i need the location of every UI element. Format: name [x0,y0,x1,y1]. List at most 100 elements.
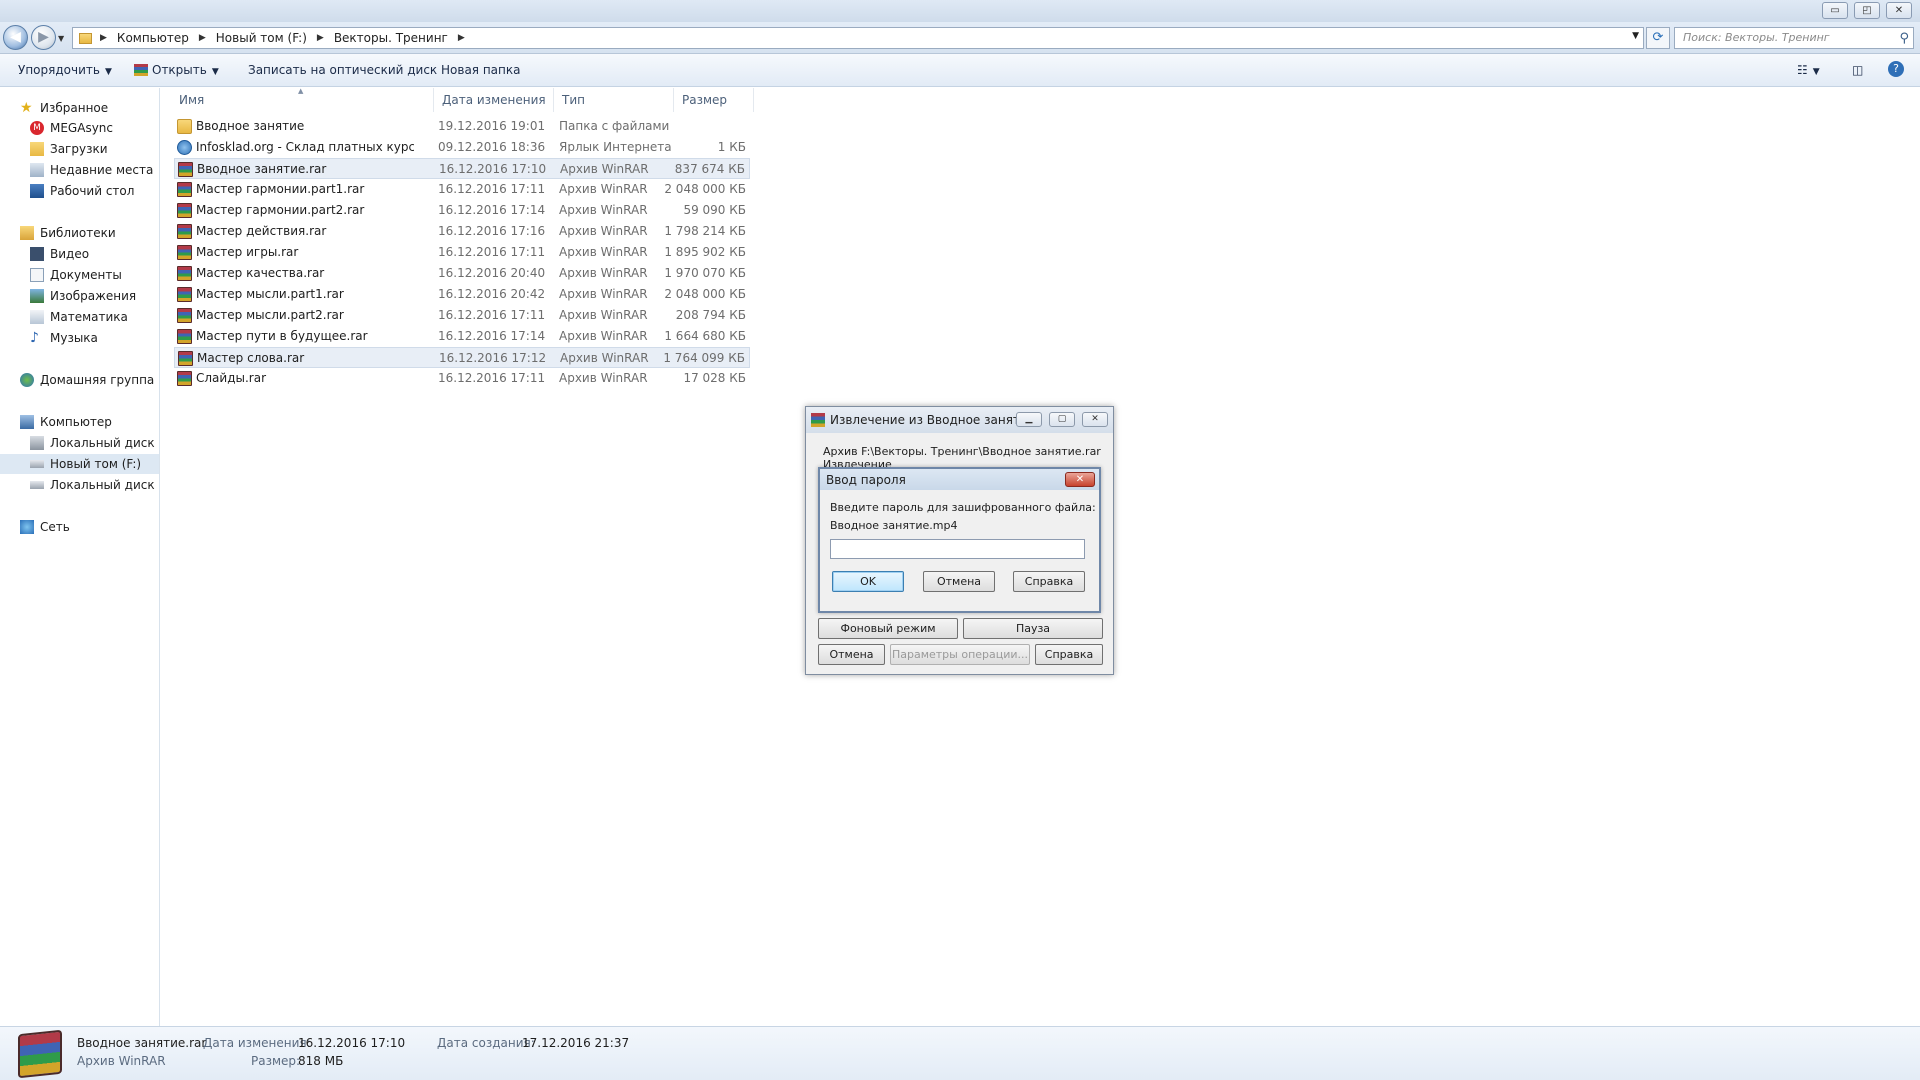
file-row[interactable]: Мастер действия.rar 16.12.2016 17:16 Архив… [174,221,750,242]
nav-label: Рабочий стол [50,184,135,198]
nav-label: Новый том (F:) [50,457,142,471]
column-header-name[interactable]: Имя ▲ [171,87,434,112]
password-dialog-title: Ввод пароля [826,473,906,487]
breadcrumb-separator[interactable]: ▶ [458,33,465,43]
breadcrumb-computer[interactable]: Компьютер [115,31,191,45]
password-cancel-button[interactable]: Отмена [923,571,995,592]
burn-button[interactable]: Записать на оптический диск [248,63,437,77]
recent-pages-dropdown[interactable]: ▼ [58,34,64,43]
nav-desktop[interactable]: Рабочий стол [0,181,159,201]
file-row[interactable]: Мастер качества.rar 16.12.2016 20:40 Архив… [174,263,750,284]
nav-label: Избранное [40,101,109,115]
folder-icon [177,119,192,134]
extract-cancel-button[interactable]: Отмена [818,644,885,665]
folder-icon [79,32,92,44]
file-row[interactable]: Вводное занятие 19.12.2016 19:01 Папка с ф… [174,116,750,137]
password-close-button[interactable]: ✕ [1065,472,1095,487]
password-dialog-titlebar[interactable]: Ввод пароля ✕ [820,469,1099,490]
file-row[interactable]: Слайды.rar 16.12.2016 17:11 Архив WinRAR 17… [174,368,750,389]
nav-favorites[interactable]: ★ Избранное [0,98,159,118]
file-row[interactable]: Мастер мысли.part1.rar 16.12.2016 20:42 Ар… [174,284,750,305]
file-row[interactable]: Мастер слова.rar 16.12.2016 17:12 Архив Wi… [174,347,750,368]
password-input[interactable] [830,539,1085,559]
column-header-size[interactable]: Размер [674,88,754,112]
close-button[interactable]: ✕ [1886,2,1912,19]
password-help-button[interactable]: Справка [1013,571,1085,592]
background-mode-button[interactable]: Фоновый режим [818,618,958,639]
search-icon[interactable]: ⚲ [1899,29,1909,49]
extract-maximize-button[interactable]: ▢ [1049,412,1075,427]
breadcrumb-separator[interactable]: ▶ [199,33,206,43]
file-date: 16.12.2016 17:16 [438,224,546,238]
file-row[interactable]: Мастер гармонии.part2.rar 16.12.2016 17:1… [174,200,750,221]
search-placeholder: Поиск: Векторы. Тренинг [1683,31,1830,44]
nav-computer[interactable]: Компьютер [0,412,159,432]
rar-icon [177,245,192,260]
nav-music[interactable]: ♪ Музыка [0,328,159,348]
view-options-button[interactable]: ☷ ▼ [1797,63,1820,77]
file-row[interactable]: Мастер игры.rar 16.12.2016 17:11 Архив Win… [174,242,750,263]
file-name: Вводное занятие.rar [197,162,327,176]
file-row[interactable]: Мастер пути в будущее.rar 16.12.2016 17:1… [174,326,750,347]
nav-network[interactable]: Сеть [0,517,159,537]
nav-local-n[interactable]: Локальный диск (N [0,475,159,495]
address-bar[interactable]: ▶ Компьютер ▶ Новый том (F:) ▶ Векторы. … [72,27,1644,49]
search-input[interactable]: Поиск: Векторы. Тренинг ⚲ [1674,27,1914,49]
nav-libraries[interactable]: Библиотеки [0,223,159,243]
minimize-button[interactable]: ▭ [1822,2,1848,19]
address-row: ◀ ▶ ▼ ▶ Компьютер ▶ Новый том (F:) ▶ Век… [0,22,1920,54]
nav-documents[interactable]: Документы [0,265,159,285]
breadcrumb-volume[interactable]: Новый том (F:) [214,31,309,45]
images-icon [30,289,44,303]
computer-icon [20,415,34,429]
column-header-date[interactable]: Дата изменения [434,88,554,112]
address-dropdown-icon[interactable]: ▼ [1632,31,1639,41]
extract-dialog-titlebar[interactable]: Извлечение из Вводное заняти... ▁ ▢ ✕ [806,407,1113,433]
extract-help-button[interactable]: Справка [1035,644,1103,665]
new-folder-button[interactable]: Новая папка [441,63,520,77]
file-name: Мастер качества.rar [196,266,325,280]
column-header-type[interactable]: Тип [554,88,674,112]
file-type: Архив WinRAR [559,308,648,322]
file-type: Архив WinRAR [560,162,649,176]
file-date: 16.12.2016 20:40 [438,266,546,280]
nav-images[interactable]: Изображения [0,286,159,306]
operation-options-button[interactable]: Параметры операции... [890,644,1030,665]
nav-megasync[interactable]: M MEGAsync [0,118,159,138]
nav-downloads[interactable]: Загрузки [0,139,159,159]
file-size: 59 090 КБ [683,203,746,217]
file-row[interactable]: Мастер гармонии.part1.rar 16.12.2016 17:1… [174,179,750,200]
chevron-down-icon: ▼ [104,67,112,77]
file-row[interactable]: Вводное занятие.rar 16.12.2016 17:10 Архив… [174,158,750,179]
file-type: Архив WinRAR [559,224,648,238]
file-row[interactable]: Infosklad.org - Склад платных курсов, т.… [174,137,750,158]
organize-menu[interactable]: Упорядочить ▼ [18,63,112,77]
preview-pane-button[interactable]: ◫ [1852,63,1863,77]
maximize-button[interactable]: ◰ [1854,2,1880,19]
star-icon: ★ [20,100,33,116]
nav-math[interactable]: Математика [0,307,159,327]
breadcrumb-folder[interactable]: Векторы. Тренинг [332,31,450,45]
back-button[interactable]: ◀ [3,25,28,50]
forward-button[interactable]: ▶ [31,25,56,50]
ok-button[interactable]: OK [832,571,904,592]
file-row[interactable]: Мастер мысли.part2.rar 16.12.2016 17:11 Ар… [174,305,750,326]
help-button[interactable]: ? [1888,61,1904,77]
nav-recent[interactable]: Недавние места [0,160,159,180]
open-button[interactable]: Открыть ▼ [134,63,219,77]
extract-close-button[interactable]: ✕ [1082,412,1108,427]
breadcrumb-separator[interactable]: ▶ [317,33,324,43]
refresh-button[interactable]: ⟳ [1646,27,1670,49]
homegroup-icon [20,373,34,387]
nav-new-volume[interactable]: Новый том (F:) [0,454,159,474]
extract-dialog-title: Извлечение из Вводное заняти... [830,413,1040,427]
pause-button[interactable]: Пауза [963,618,1103,639]
nav-local-c[interactable]: Локальный диск (C: [0,433,159,453]
breadcrumb-separator[interactable]: ▶ [100,33,107,43]
file-date: 16.12.2016 17:11 [438,245,546,259]
recent-places-icon [30,163,44,177]
nav-video[interactable]: Видео [0,244,159,264]
extract-minimize-button[interactable]: ▁ [1016,412,1042,427]
nav-label: Математика [50,310,128,324]
nav-homegroup[interactable]: Домашняя группа [0,370,159,390]
